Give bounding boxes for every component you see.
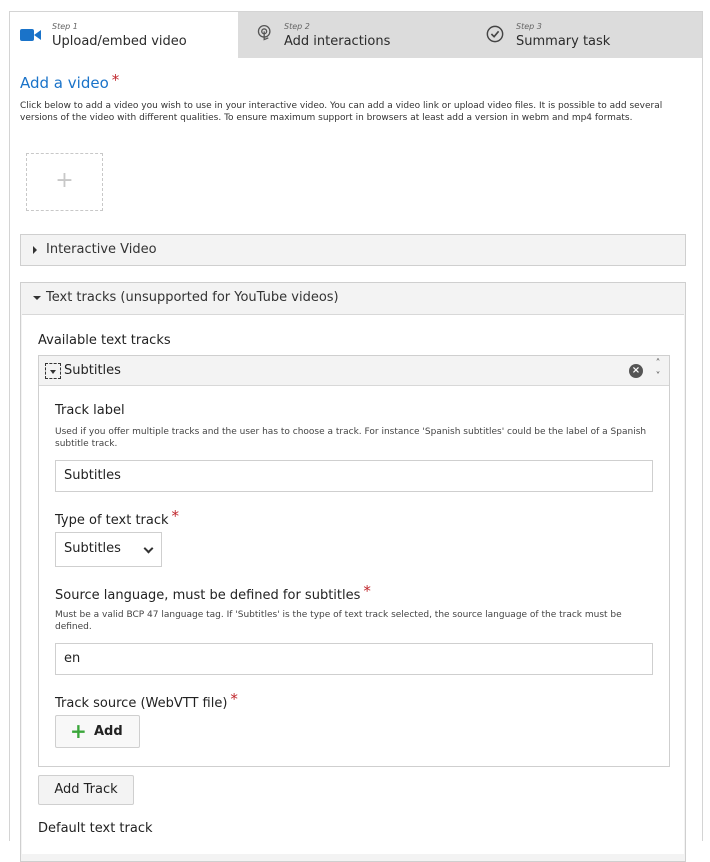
required-marker: * <box>363 582 371 600</box>
remove-track-icon[interactable]: × <box>629 364 643 378</box>
editor-frame: Step 1 Upload/embed video Step 2 Add int… <box>9 11 703 862</box>
tab-upload-embed-video[interactable]: Step 1 Upload/embed video <box>10 12 238 58</box>
add-track-source-button[interactable]: + Add <box>55 715 140 748</box>
track-label-description: Used if you offer multiple tracks and th… <box>55 427 647 449</box>
add-video-heading: Add a video * <box>20 71 120 92</box>
tab-step-label: Step 2 <box>284 22 310 31</box>
track-type-value: Subtitles <box>64 541 121 556</box>
available-text-tracks-label: Available text tracks <box>38 333 171 348</box>
interactive-video-group[interactable]: Interactive Video <box>20 234 686 266</box>
caret-right-icon <box>33 246 37 254</box>
text-tracks-body: Available text tracks Subtitles × ˄ ˅ Tr… <box>22 314 684 854</box>
default-text-track-label: Default text track <box>38 821 153 836</box>
collapse-toggle-icon[interactable] <box>45 363 61 379</box>
tab-summary-task[interactable]: Step 3 Summary task <box>474 12 702 58</box>
track-title: Subtitles <box>64 363 121 378</box>
text-track-item: Subtitles × ˄ ˅ Track label Used if you … <box>38 355 670 767</box>
source-language-input[interactable]: en <box>55 643 653 675</box>
touch-icon <box>257 24 271 41</box>
add-track-button[interactable]: Add Track <box>38 775 134 805</box>
move-down-icon[interactable]: ˅ <box>651 371 665 383</box>
step-tabs: Step 1 Upload/embed video Step 2 Add int… <box>10 12 702 58</box>
track-type-label: Type of text track * <box>55 507 180 528</box>
interactive-video-header[interactable]: Interactive Video <box>21 235 685 265</box>
chevron-down-icon <box>143 543 154 554</box>
tab-name: Upload/embed video <box>52 34 187 49</box>
source-language-description: Must be a valid BCP 47 language tag. If … <box>55 610 622 632</box>
track-label-input[interactable]: Subtitles <box>55 460 653 492</box>
track-type-label-text: Type of text track <box>55 513 169 528</box>
required-marker: * <box>111 71 120 89</box>
track-type-select[interactable]: Subtitles <box>55 532 162 567</box>
tab-add-interactions[interactable]: Step 2 Add interactions <box>242 12 472 58</box>
video-camera-icon <box>20 29 41 41</box>
plus-icon: + <box>55 168 74 193</box>
group-title: Interactive Video <box>46 242 157 257</box>
source-language-label: Source language, must be defined for sub… <box>55 582 371 603</box>
track-header[interactable]: Subtitles × ˄ ˅ <box>39 356 669 386</box>
check-circle-icon <box>486 25 504 43</box>
add-video-button[interactable]: + <box>26 153 103 211</box>
tab-name: Summary task <box>516 34 611 49</box>
add-video-title: Add a video <box>20 74 109 92</box>
track-source-label-text: Track source (WebVTT file) <box>55 696 228 711</box>
tab-step-label: Step 3 <box>516 22 542 31</box>
track-label-label: Track label <box>55 403 125 418</box>
add-video-description: Click below to add a video you wish to u… <box>20 101 663 123</box>
text-tracks-header[interactable]: Text tracks (unsupported for YouTube vid… <box>21 283 685 313</box>
tab-step-label: Step 1 <box>52 22 78 31</box>
source-language-label-text: Source language, must be defined for sub… <box>55 588 361 603</box>
required-marker: * <box>230 690 238 708</box>
move-up-icon[interactable]: ˄ <box>651 358 665 370</box>
plus-icon: + <box>70 719 87 743</box>
caret-down-icon <box>33 296 41 300</box>
track-source-label: Track source (WebVTT file) * <box>55 690 238 711</box>
required-marker: * <box>171 507 180 525</box>
tab-name: Add interactions <box>284 34 391 49</box>
group-title: Text tracks (unsupported for YouTube vid… <box>46 290 339 305</box>
add-button-label: Add <box>94 724 123 739</box>
text-tracks-group: Text tracks (unsupported for YouTube vid… <box>20 282 686 862</box>
